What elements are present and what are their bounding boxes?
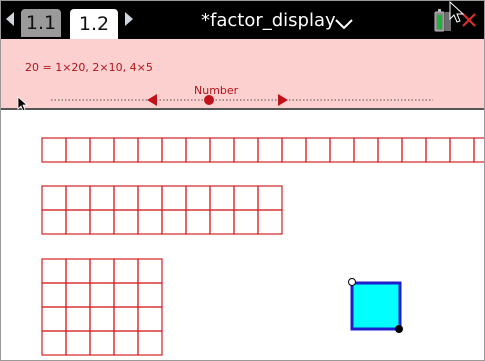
grid-cell	[113, 306, 139, 332]
grid-cell	[185, 185, 211, 211]
factor-grid-4x5	[41, 258, 163, 356]
grid-cell	[41, 330, 67, 356]
grid-cell	[161, 209, 187, 235]
grid-cell	[113, 185, 139, 211]
grid-cell	[449, 137, 475, 163]
grid-cell	[89, 282, 115, 308]
grid-cell	[89, 306, 115, 332]
grid-cell	[89, 137, 115, 163]
grid-cell	[65, 330, 91, 356]
grid-cell	[89, 258, 115, 284]
grid-cell	[89, 185, 115, 211]
right-arrow-icon[interactable]	[124, 10, 134, 28]
grid-cell	[209, 137, 235, 163]
grid-cell	[41, 137, 67, 163]
grid-cell	[113, 282, 139, 308]
chevron-down-icon[interactable]	[334, 15, 354, 34]
graphics-pane	[1, 110, 484, 360]
grid-cell	[257, 209, 283, 235]
grid-cell	[65, 185, 91, 211]
grid-cell	[281, 137, 307, 163]
grid-cell	[41, 185, 67, 211]
app-window: 1.1 1.2 *factor_display 20 = 1×20, 2×10,…	[0, 0, 485, 361]
grid-cell	[41, 306, 67, 332]
grid-cell	[41, 282, 67, 308]
number-slider[interactable]	[1, 77, 484, 107]
grid-cell	[137, 306, 163, 332]
grid-cell	[65, 306, 91, 332]
grid-cell	[305, 137, 331, 163]
resizable-square[interactable]	[350, 281, 402, 331]
grid-cell	[89, 330, 115, 356]
document-title[interactable]: *factor_display	[201, 9, 336, 31]
grid-cell	[161, 185, 187, 211]
grid-cell	[65, 137, 91, 163]
grid-cell	[113, 137, 139, 163]
slider-decrement-arrow[interactable]	[147, 94, 157, 106]
grid-cell	[113, 209, 139, 235]
grid-cell	[137, 137, 163, 163]
grid-cell	[425, 137, 451, 163]
grid-cell	[233, 209, 259, 235]
square-resize-handle[interactable]	[395, 325, 403, 333]
factor-grids	[41, 137, 484, 356]
grid-cell	[113, 330, 139, 356]
notes-pane: 20 = 1×20, 2×10, 4×5 Number	[1, 39, 484, 110]
factor-grid-2x10	[41, 185, 283, 235]
factor-grid-1x20	[41, 137, 484, 163]
grid-cell	[377, 137, 403, 163]
grid-cell	[209, 185, 235, 211]
grid-cell	[137, 282, 163, 308]
grid-cell	[65, 209, 91, 235]
slider-label: Number	[194, 84, 239, 97]
grid-cell	[257, 185, 283, 211]
grid-cell	[41, 209, 67, 235]
grid-cell	[353, 137, 379, 163]
grid-cell	[65, 282, 91, 308]
grid-cell	[473, 137, 484, 163]
grid-cell	[137, 330, 163, 356]
grid-cell	[137, 209, 163, 235]
grid-cell	[329, 137, 355, 163]
mouse-pointer-icon	[449, 1, 465, 27]
grid-cell	[161, 137, 187, 163]
grid-cell	[185, 209, 211, 235]
square-corner-handle[interactable]	[348, 278, 356, 286]
grid-cell	[185, 137, 211, 163]
grid-cell	[113, 258, 139, 284]
grid-cell	[401, 137, 427, 163]
tab-1-1[interactable]: 1.1	[21, 9, 61, 37]
grid-cell	[89, 209, 115, 235]
grid-cell	[209, 209, 235, 235]
grid-cell	[233, 185, 259, 211]
grid-cell	[137, 185, 163, 211]
left-arrow-icon[interactable]	[5, 10, 15, 28]
factor-pairs-text: 20 = 1×20, 2×10, 4×5	[25, 61, 153, 74]
tab-1-2[interactable]: 1.2	[70, 9, 118, 39]
grid-cell	[65, 258, 91, 284]
grid-cell	[257, 137, 283, 163]
slider-increment-arrow[interactable]	[278, 94, 288, 106]
grid-cell	[41, 258, 67, 284]
grid-cell	[137, 258, 163, 284]
top-bar: 1.1 1.2 *factor_display	[1, 1, 484, 39]
grid-cell	[233, 137, 259, 163]
